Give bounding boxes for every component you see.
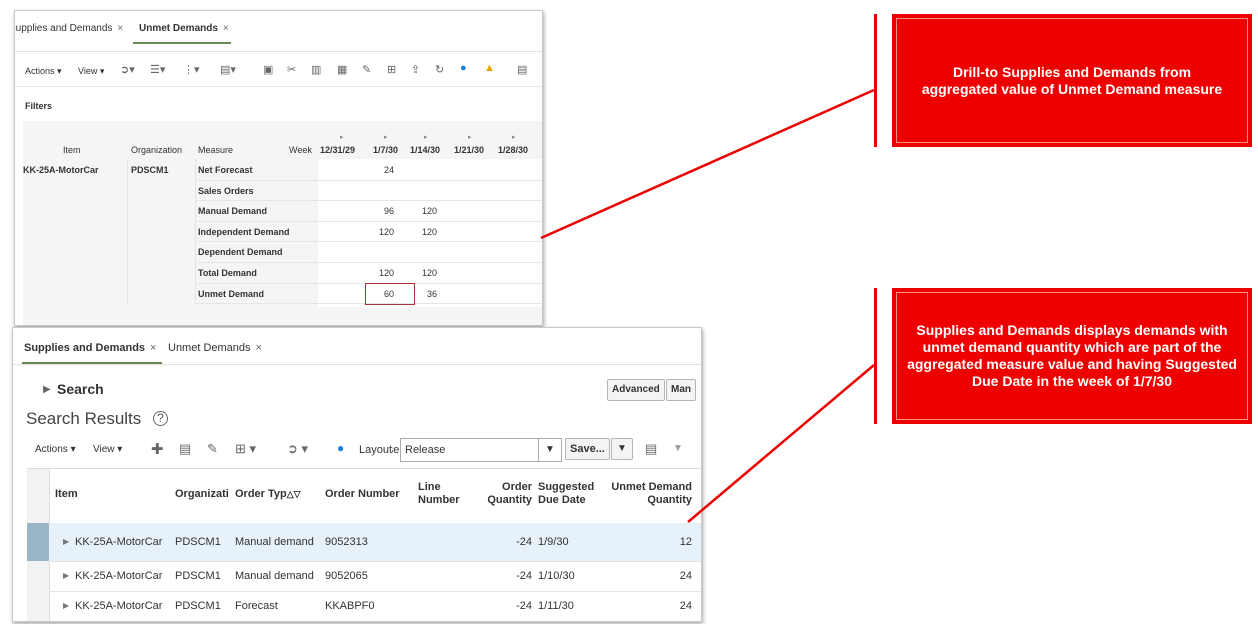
connector-lines [540, 88, 875, 523]
connector-line [687, 364, 875, 523]
connector-line [540, 88, 875, 240]
